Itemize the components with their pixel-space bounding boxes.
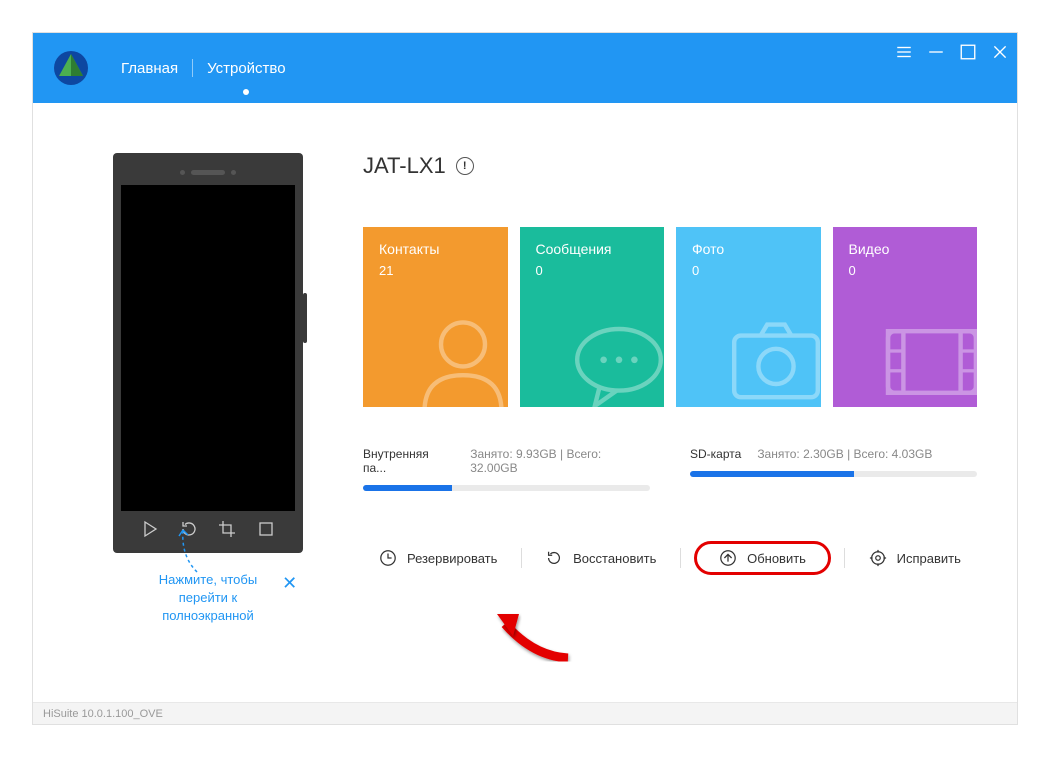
device-name: JAT-LX1 (363, 153, 446, 179)
annotation-arrow-icon (493, 608, 573, 663)
tile-messages[interactable]: Сообщения 0 (520, 227, 665, 407)
close-button[interactable] (991, 43, 1009, 61)
action-separator (680, 548, 681, 568)
nav-home-label: Главная (121, 60, 178, 77)
nav-device-label: Устройство (207, 60, 285, 77)
update-button[interactable]: Обновить (694, 541, 831, 575)
backup-label: Резервировать (407, 551, 497, 566)
tile-photos[interactable]: Фото 0 (676, 227, 821, 407)
header: Главная Устройство (33, 33, 1017, 103)
photos-icon (721, 307, 821, 407)
left-column: Нажмите, чтобы перейти к полноэкранной ✕ (33, 103, 353, 702)
restore-button[interactable]: Восстановить (535, 543, 666, 573)
contacts-icon (408, 307, 508, 407)
storage-internal-stats: Занято: 9.93GB | Всего: 32.00GB (470, 447, 650, 475)
tile-videos-label: Видео (849, 241, 962, 257)
maximize-button[interactable] (959, 43, 977, 61)
minimize-button[interactable] (927, 43, 945, 61)
tile-contacts-label: Контакты (379, 241, 492, 257)
hint-arrow-icon (177, 526, 217, 574)
storage-sd: SD-карта Занято: 2.30GB | Всего: 4.03GB (690, 447, 977, 491)
messages-icon (564, 307, 664, 407)
fullscreen-hint: Нажмите, чтобы перейти к полноэкранной ✕ (159, 571, 257, 626)
storage-internal-bar (363, 485, 650, 491)
nav-home[interactable]: Главная (107, 60, 192, 77)
hint-line3: полноэкранной (162, 608, 254, 623)
backup-button[interactable]: Резервировать (369, 543, 507, 573)
window-controls (895, 43, 1009, 61)
phone-screen[interactable] (121, 185, 295, 511)
menu-button[interactable] (895, 43, 913, 61)
crop-icon[interactable] (218, 520, 236, 543)
tile-messages-count: 0 (536, 263, 649, 278)
storage-row: Внутренняя па... Занято: 9.93GB | Всего:… (363, 447, 977, 491)
action-row: Резервировать Восстановить Обновить Испр… (363, 541, 977, 575)
phone-speaker (121, 163, 295, 181)
right-column: JAT-LX1 ! Контакты 21 Сообщения 0 Фото 0 (353, 103, 1017, 702)
hint-close-icon[interactable]: ✕ (282, 571, 297, 596)
backup-icon (379, 549, 397, 567)
storage-sd-name: SD-карта (690, 447, 741, 461)
update-icon (719, 549, 737, 567)
restore-label: Восстановить (573, 551, 656, 566)
info-icon[interactable]: ! (456, 157, 474, 175)
phone-mockup (113, 153, 303, 553)
nav-device[interactable]: Устройство (193, 60, 299, 77)
restore-icon (545, 549, 563, 567)
storage-internal-name: Внутренняя па... (363, 447, 454, 475)
update-label: Обновить (747, 551, 806, 566)
app-logo-icon (53, 50, 89, 86)
app-window: Главная Устройство (32, 32, 1018, 725)
tile-photos-label: Фото (692, 241, 805, 257)
tile-messages-label: Сообщения (536, 241, 649, 257)
nav-active-indicator (243, 89, 249, 95)
action-separator (844, 548, 845, 568)
tile-contacts[interactable]: Контакты 21 (363, 227, 508, 407)
device-title: JAT-LX1 ! (363, 153, 977, 179)
storage-sd-bar (690, 471, 977, 477)
category-tiles: Контакты 21 Сообщения 0 Фото 0 Видео 0 (363, 227, 977, 407)
repair-label: Исправить (897, 551, 961, 566)
repair-button[interactable]: Исправить (859, 543, 971, 573)
nav: Главная Устройство (107, 59, 300, 77)
action-separator (521, 548, 522, 568)
hint-line2: перейти к (179, 590, 238, 605)
storage-internal: Внутренняя па... Занято: 9.93GB | Всего:… (363, 447, 650, 491)
videos-icon (877, 307, 977, 407)
tile-videos[interactable]: Видео 0 (833, 227, 978, 407)
tile-contacts-count: 21 (379, 263, 492, 278)
status-bar: HiSuite 10.0.1.100_OVE (33, 702, 1017, 724)
repair-icon (869, 549, 887, 567)
storage-sd-stats: Занято: 2.30GB | Всего: 4.03GB (757, 447, 932, 461)
version-label: HiSuite 10.0.1.100_OVE (43, 708, 163, 720)
tile-videos-count: 0 (849, 263, 962, 278)
tile-photos-count: 0 (692, 263, 805, 278)
phone-side-button (303, 293, 307, 343)
stop-icon[interactable] (257, 520, 275, 543)
body: Нажмите, чтобы перейти к полноэкранной ✕… (33, 103, 1017, 702)
hint-line1: Нажмите, чтобы (159, 572, 257, 587)
play-icon[interactable] (141, 520, 159, 543)
